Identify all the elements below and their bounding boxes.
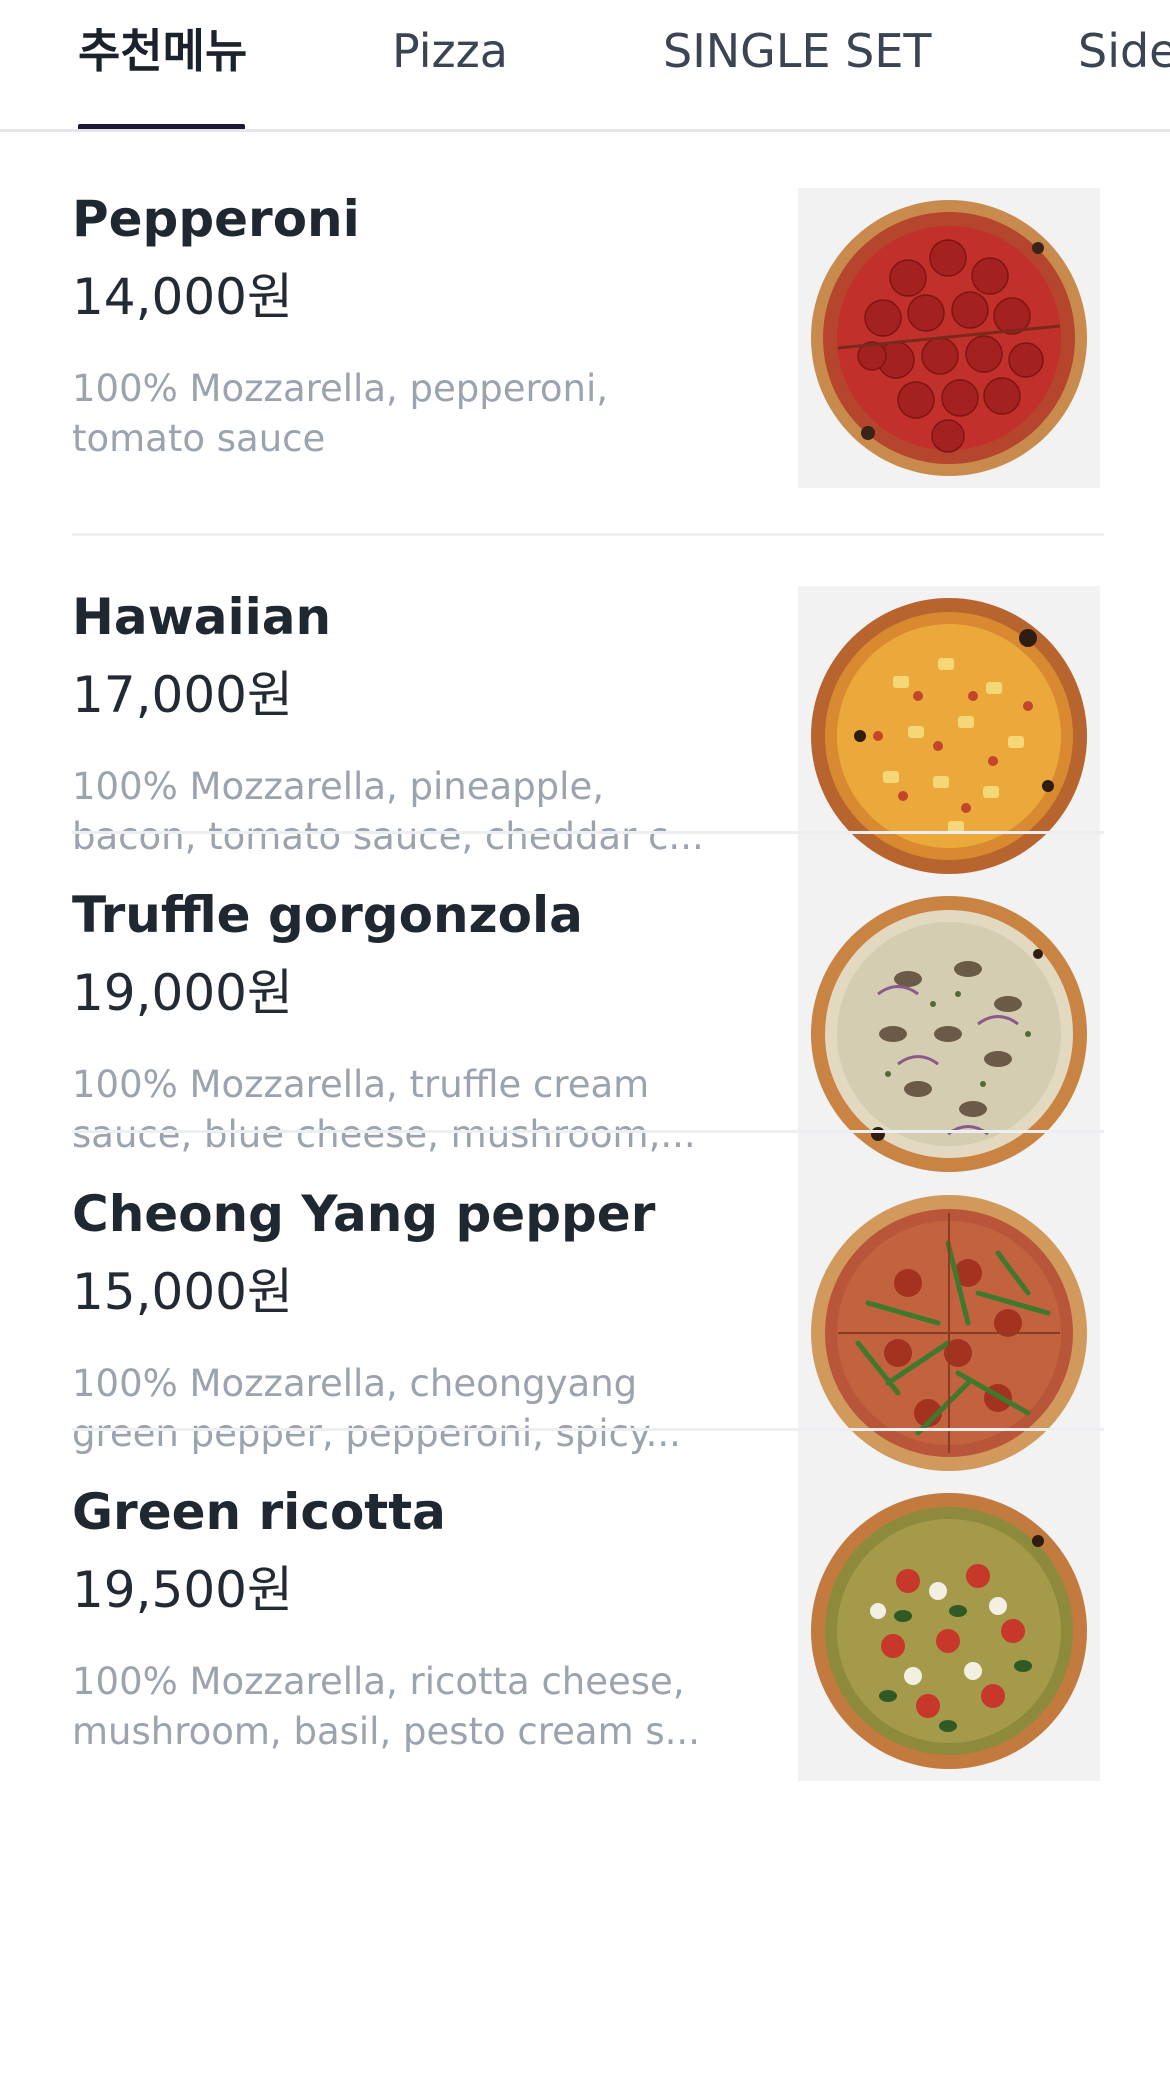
tab-single-set[interactable]: SINGLE SET — [663, 22, 932, 80]
tab-pizza[interactable]: Pizza — [392, 22, 508, 80]
green-ricotta-pizza-photo — [798, 1481, 1100, 1781]
menu-item-price: 19,500원 — [72, 1561, 293, 1619]
menu-item-description: 100% Mozzarella, ricotta cheese, mushroo… — [72, 1660, 700, 1753]
menu-item-name: Truffle gorgonzola — [72, 886, 583, 944]
menu-item-green-ricotta[interactable]: Green ricotta 19,500원 100% Mozzarella, r… — [72, 1425, 1104, 1821]
active-tab-indicator — [78, 124, 245, 129]
pepperoni-pizza-photo — [798, 188, 1100, 488]
menu-item-price: 17,000원 — [72, 666, 293, 724]
category-tab-bar: 추천메뉴 Pizza SINGLE SET Side — [0, 0, 1170, 132]
menu-item-price: 14,000원 — [72, 268, 293, 326]
menu-item-price: 19,000원 — [72, 964, 293, 1022]
menu-item-name: Pepperoni — [72, 190, 360, 248]
menu-item-name: Green ricotta — [72, 1483, 446, 1541]
menu-item-name: Cheong Yang pepper — [72, 1185, 656, 1243]
menu-item-price: 15,000원 — [72, 1263, 293, 1321]
tab-recommended[interactable]: 추천메뉴 — [78, 22, 247, 80]
menu-item-description: 100% Mozzarella, pepperoni, tomato sauce — [72, 367, 609, 460]
menu-item-pepperoni[interactable]: Pepperoni 14,000원 100% Mozzarella, peppe… — [72, 132, 1104, 528]
menu-item-name: Hawaiian — [72, 588, 332, 646]
tab-side[interactable]: Side — [1078, 22, 1170, 80]
